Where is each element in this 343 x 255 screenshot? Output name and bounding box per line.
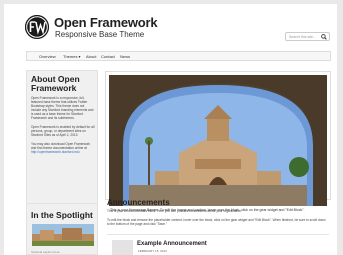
about-text-download: You may also download Open Framework and…: [31, 142, 91, 150]
announcement-date: FEBRUARY 15, 2013: [138, 249, 167, 253]
example-announcement-title[interactable]: Example Announcement: [137, 241, 207, 247]
spotlight-block: In the Spotlight Optional caption here.: [26, 203, 98, 255]
page: Open Framework Responsive Base Theme Sea…: [4, 4, 337, 255]
about-text-sites: Open Framework is enabled by default for…: [31, 125, 95, 137]
search-icon[interactable]: [319, 33, 328, 41]
spotlight-caption: Optional caption here.: [31, 250, 61, 254]
main-navigation: Overview Themes ▾ About Contact News: [26, 51, 331, 61]
announcements-instructions: To edit the block and remove the placeho…: [107, 218, 326, 226]
announcement-thumbnail[interactable]: [112, 240, 133, 255]
site-name[interactable]: Open Framework: [54, 15, 158, 30]
site-slogan: Responsive Base Theme: [55, 30, 145, 39]
nav-item-themes[interactable]: Themes ▾: [63, 52, 81, 61]
nav-item-overview[interactable]: Overview: [39, 52, 56, 61]
documentation-link[interactable]: http://openframework.stanford.edu: [31, 150, 95, 154]
announcements-intro: This is your Announcements block. Here y…: [107, 209, 242, 213]
about-title: About Open Framework: [31, 74, 80, 93]
spotlight-title: In the Spotlight: [31, 210, 93, 220]
homepage-banner: This is your Homepage Banner. To edit th…: [105, 71, 331, 212]
nav-item-news[interactable]: News: [120, 52, 130, 61]
announcements-title: Announcements: [107, 198, 170, 207]
nav-item-about[interactable]: About: [86, 52, 96, 61]
divider: [107, 234, 329, 235]
logo-icon[interactable]: [25, 15, 49, 39]
nav-item-contact[interactable]: Contact: [101, 52, 115, 61]
spotlight-image[interactable]: [32, 224, 94, 246]
banner-image[interactable]: [109, 75, 327, 206]
about-block: About Open Framework Open Framework is a…: [26, 70, 98, 204]
about-text: Open Framework is a responsive, full-fea…: [31, 96, 94, 120]
